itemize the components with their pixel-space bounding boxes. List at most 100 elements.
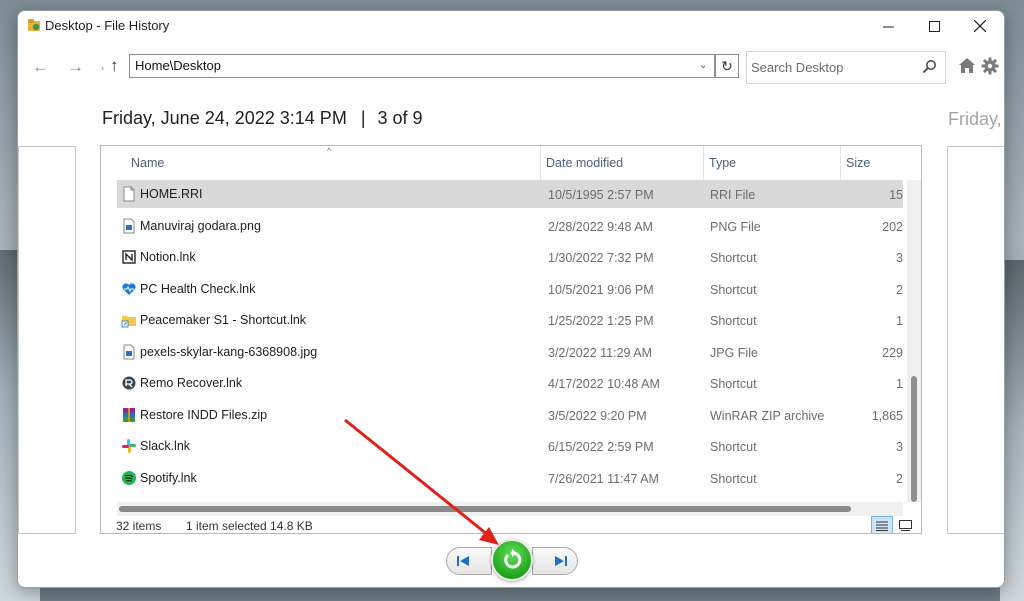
snapshot-date-header: Friday, June 24, 2022 3:14 PM | 3 of 9 [102,108,423,129]
skip-previous-icon [457,556,469,566]
file-name: Restore INDD Files.zip [140,408,268,422]
snapshot-date: Friday, June 24, 2022 3:14 PM [102,108,347,128]
notion-icon [122,250,136,264]
file-size: 3 [896,440,903,454]
recent-locations-chevron-icon[interactable]: › [101,63,104,73]
search-icon [922,60,936,74]
forward-arrow-icon[interactable]: → [67,57,84,77]
file-size: 1,865 [871,409,903,423]
restore-button[interactable] [491,539,533,581]
address-bar[interactable]: Home\Desktop [129,54,715,78]
maximize-button[interactable] [911,11,957,41]
file-date-modified: 4/17/2022 10:48 AM [548,377,660,391]
file-history-window: Desktop - File History ← → › ↑ Home\Desk… [17,10,1005,588]
maximize-icon [928,20,940,32]
file-size: 1 [896,314,903,328]
file-name: pexels-skylar-kang-6368908.jpg [140,345,318,359]
playback-controls [446,539,578,581]
search-input[interactable]: Search Desktop [746,51,946,84]
file-date-modified: 6/15/2022 2:59 PM [548,440,654,454]
file-list: ^ Name Date modified Type Size HOME.RRI … [100,145,922,534]
image-file-icon [123,344,135,360]
file-size: 229 [882,346,903,360]
file-date-modified: 1/30/2022 7:32 PM [548,251,654,265]
horizontal-scrollbar[interactable] [117,502,903,516]
minimize-button[interactable] [865,11,911,41]
back-arrow-icon[interactable]: ← [32,57,49,77]
folder-shortcut-icon [121,316,136,328]
previous-version-button[interactable] [446,547,492,575]
file-name: Remo Recover.lnk [140,376,243,390]
restore-icon [504,549,522,569]
file-row[interactable]: PC Health Check.lnk 10/5/2021 9:06 PM Sh… [117,275,903,303]
file-type: JPG File [710,346,758,360]
refresh-icon: ↻ [721,57,733,74]
vertical-scrollbar[interactable] [907,180,921,502]
column-divider[interactable] [840,146,841,180]
file-size: 2 [896,472,903,486]
remo-icon [122,376,136,390]
file-name: Spotify.lnk [140,471,197,485]
file-date-modified: 7/26/2021 11:47 AM [548,472,659,486]
previous-snapshot-preview[interactable] [18,146,76,534]
file-row[interactable]: HOME.RRI 10/5/1995 2:57 PM RRI File 15 [117,180,903,208]
file-size: 1 [896,377,903,391]
large-icons-view-button[interactable] [894,516,916,533]
file-date-modified: 10/5/2021 9:06 PM [548,283,654,297]
file-type: Shortcut [710,377,757,391]
column-header-date-modified[interactable]: Date modified [546,146,623,180]
spotify-icon [122,471,136,485]
column-header-name[interactable]: Name [131,146,164,180]
file-type: WinRAR ZIP archive [710,409,825,423]
file-type: Shortcut [710,314,757,328]
chevron-down-icon[interactable]: ⌄ [699,60,707,71]
navigation-bar: ← → › ↑ Home\Desktop ⌄ ↻ Search Desktop [18,51,1004,85]
file-name: Notion.lnk [140,250,196,264]
file-name: Slack.lnk [140,439,191,453]
column-header-type[interactable]: Type [709,146,736,180]
title-bar: Desktop - File History [18,11,1004,41]
status-bar: 32 items 1 item selected 14.8 KB [101,516,921,533]
file-row[interactable]: Peacemaker S1 - Shortcut.lnk 1/25/2022 1… [117,306,903,334]
column-divider[interactable] [703,146,704,180]
file-type: Shortcut [710,472,757,486]
selection-info: 1 item selected 14.8 KB [186,519,313,533]
file-date-modified: 3/5/2022 9:20 PM [548,409,647,423]
gear-icon[interactable] [981,57,999,75]
window-title: Desktop - File History [45,18,170,33]
file-type: Shortcut [710,440,757,454]
file-type: PNG File [710,220,761,234]
file-row[interactable]: Remo Recover.lnk 4/17/2022 10:48 AM Shor… [117,369,903,397]
next-snapshot-preview[interactable] [947,146,1004,534]
close-icon [974,20,986,32]
file-row[interactable]: Spotify.lnk 7/26/2021 11:47 AM Shortcut … [117,464,903,492]
file-history-app-icon [28,19,40,31]
column-header-size[interactable]: Size [846,146,870,180]
minimize-icon [882,26,894,27]
home-icon[interactable] [958,57,976,75]
image-file-icon [123,218,135,234]
refresh-button[interactable]: ↻ [715,54,739,78]
column-divider[interactable] [540,146,541,180]
file-name: Peacemaker S1 - Shortcut.lnk [140,313,307,327]
file-icon [123,186,135,202]
close-button[interactable] [957,11,1003,41]
file-row[interactable]: Slack.lnk 6/15/2022 2:59 PM Shortcut 3 [117,432,903,460]
skip-next-icon [555,556,567,566]
sort-ascending-icon: ^ [327,146,332,156]
vertical-scroll-thumb[interactable] [911,376,917,502]
file-date-modified: 1/25/2022 1:25 PM [548,314,654,328]
file-row[interactable]: pexels-skylar-kang-6368908.jpg 3/2/2022 … [117,338,903,366]
file-size: 202 [882,220,903,234]
file-type: RRI File [710,188,756,202]
file-row[interactable]: Notion.lnk 1/30/2022 7:32 PM Shortcut 3 [117,243,903,271]
file-row[interactable]: Manuviraj godara.png 2/28/2022 9:48 AM P… [117,212,903,240]
file-row[interactable]: Restore INDD Files.zip 3/5/2022 9:20 PM … [117,401,903,429]
file-date-modified: 3/2/2022 11:29 AM [548,346,653,360]
heart-icon [122,283,136,295]
up-arrow-icon[interactable]: ↑ [110,56,119,76]
horizontal-scroll-thumb[interactable] [119,506,851,512]
details-view-button[interactable] [871,516,893,533]
next-version-button[interactable] [532,547,578,575]
file-name: Manuviraj godara.png [140,219,261,233]
